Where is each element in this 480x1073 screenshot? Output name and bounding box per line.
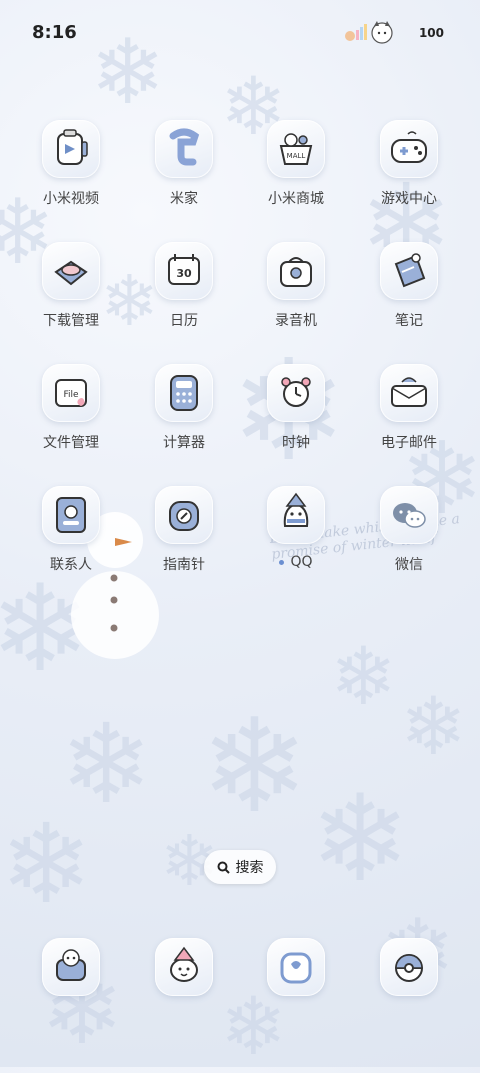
app-row: 小米视频 米家 MALL 小米商城 游戏中心 <box>0 110 480 220</box>
app-calendar[interactable]: 30 日历 <box>134 232 234 342</box>
app-label: 笔记 <box>395 313 423 329</box>
app-label: 小米视频 <box>43 191 99 207</box>
status-time: 8:16 <box>32 22 77 43</box>
search-button[interactable]: 搜索 <box>204 850 276 884</box>
notes-icon <box>380 242 438 300</box>
qq-icon <box>267 486 325 544</box>
app-compass[interactable]: 指南针 <box>134 476 234 586</box>
new-install-dot <box>279 559 285 565</box>
snowflake-decoration: ❄ <box>0 800 93 928</box>
download-icon <box>42 242 100 300</box>
app-label: 计算器 <box>163 435 205 451</box>
app-wechat[interactable]: 微信 <box>359 476 459 586</box>
app-label: 小米商城 <box>268 191 324 207</box>
dock-app-phone[interactable] <box>21 936 121 1006</box>
app-recorder[interactable]: 录音机 <box>246 232 346 342</box>
app-label: 微信 <box>395 557 423 573</box>
app-email[interactable]: 电子邮件 <box>359 354 459 464</box>
app-game-center[interactable]: 游戏中心 <box>359 110 459 220</box>
app-row: 联系人 指南针 QQ 微信 <box>0 476 480 586</box>
file-icon: File <box>42 364 100 422</box>
app-row: 下载管理 30 日历 录音机 笔记 <box>0 232 480 342</box>
app-label: 下载管理 <box>43 313 99 329</box>
mijia-icon <box>155 120 213 178</box>
app-label: 指南针 <box>163 557 205 573</box>
search-label: 搜索 <box>235 860 264 876</box>
video-icon <box>42 120 100 178</box>
app-download-manager[interactable]: 下载管理 <box>21 232 121 342</box>
app-label: 电子邮件 <box>381 435 437 451</box>
recorder-icon <box>267 242 325 300</box>
search-icon <box>217 861 230 874</box>
app-calculator[interactable]: 计算器 <box>134 354 234 464</box>
dock-app-messages[interactable] <box>134 936 234 1006</box>
mall-icon: MALL <box>267 120 325 178</box>
snowflake-decoration: ❄ <box>330 630 398 723</box>
camera-icon <box>267 938 325 996</box>
clock-icon <box>267 364 325 422</box>
messages-icon <box>155 938 213 996</box>
dock-app-camera[interactable] <box>246 936 346 1006</box>
mail-icon <box>380 364 438 422</box>
app-label: 录音机 <box>275 313 317 329</box>
app-label: QQ <box>246 554 346 570</box>
file-icon-text: File <box>63 390 79 400</box>
app-notes[interactable]: 笔记 <box>359 232 459 342</box>
compass-icon <box>155 486 213 544</box>
app-contacts[interactable]: 联系人 <box>21 476 121 586</box>
app-label: 日历 <box>170 313 198 329</box>
status-bar: 8:16 100 <box>0 0 480 64</box>
wechat-icon <box>380 486 438 544</box>
app-label: 游戏中心 <box>381 191 437 207</box>
dock <box>0 936 480 1006</box>
svg-text:MALL: MALL <box>287 152 306 160</box>
calculator-icon <box>155 364 213 422</box>
phone-icon <box>42 938 100 996</box>
app-label: 联系人 <box>50 557 92 573</box>
snowflake-decoration: ❄ <box>310 770 411 909</box>
app-qq[interactable]: QQ <box>246 476 346 586</box>
calendar-day: 30 <box>176 267 192 280</box>
app-mijia[interactable]: 米家 <box>134 110 234 220</box>
battery-level: 100 <box>418 26 444 40</box>
app-label: 时钟 <box>282 435 310 451</box>
app-mi-mall[interactable]: MALL 小米商城 <box>246 110 346 220</box>
gamepad-icon <box>380 120 438 178</box>
cat-status-indicator-icon <box>345 21 393 44</box>
app-label: 米家 <box>170 191 198 207</box>
app-file-manager[interactable]: File 文件管理 <box>21 354 121 464</box>
app-mi-video[interactable]: 小米视频 <box>21 110 121 220</box>
calendar-icon: 30 <box>155 242 213 300</box>
dock-app-browser[interactable] <box>359 936 459 1006</box>
browser-icon <box>380 938 438 996</box>
app-row: File 文件管理 计算器 时钟 电子邮件 <box>0 354 480 464</box>
snowflake-decoration: ❄ <box>400 680 468 773</box>
app-label: 文件管理 <box>43 435 99 451</box>
contacts-icon <box>42 486 100 544</box>
app-clock[interactable]: 时钟 <box>246 354 346 464</box>
